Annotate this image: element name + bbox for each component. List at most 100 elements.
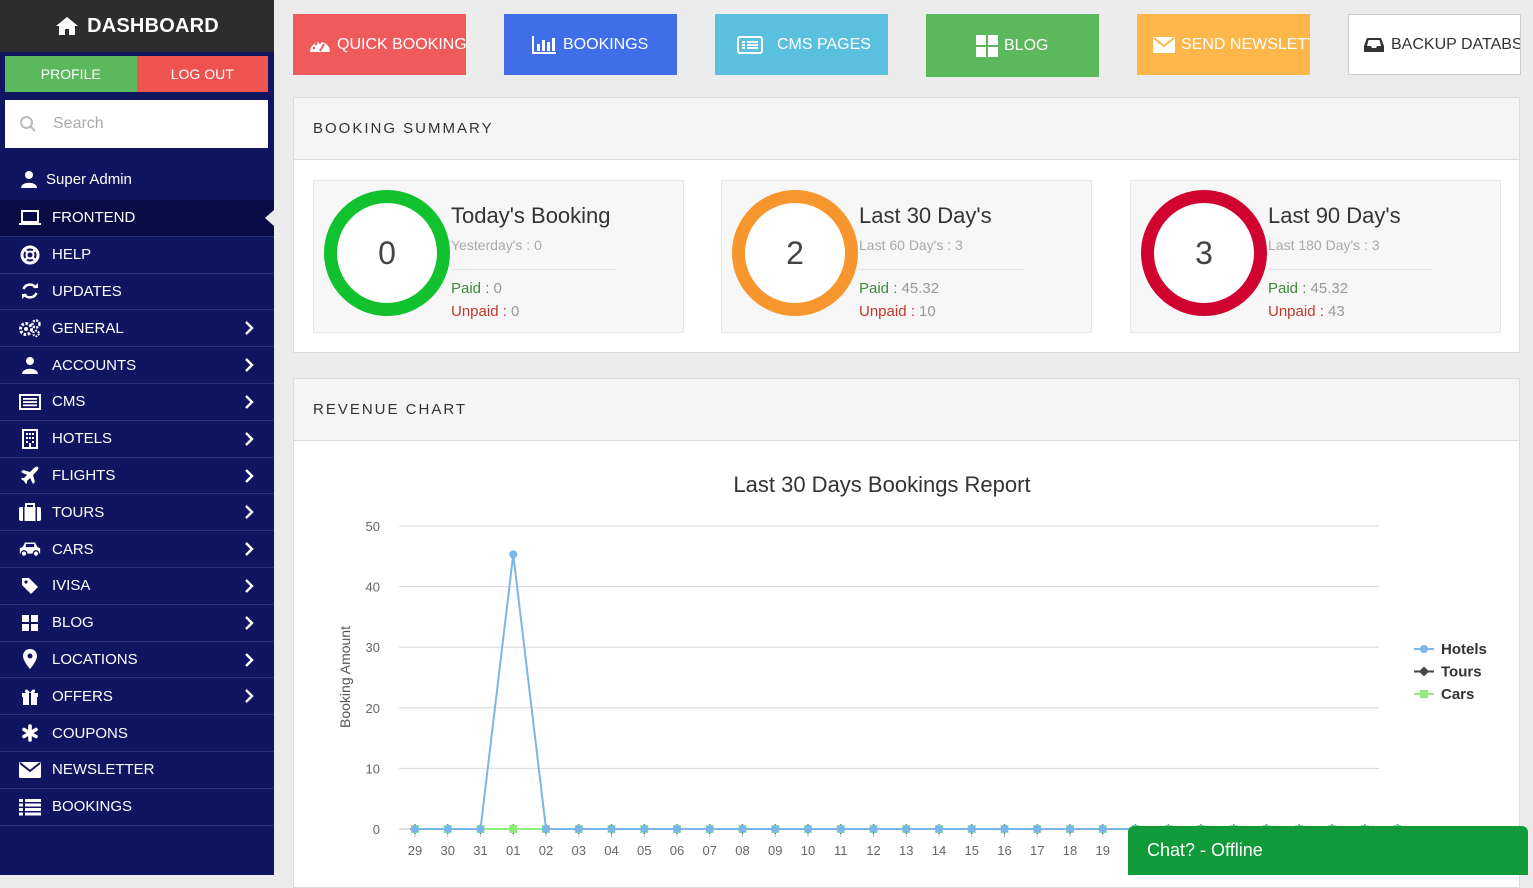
data-point (705, 825, 714, 833)
grid-icon (976, 34, 998, 57)
x-tick-label: 09 (768, 843, 782, 858)
data-point (411, 825, 419, 833)
suitcase-icon (18, 502, 42, 522)
card-title: Today's Booking (451, 203, 611, 228)
unpaid-value: 0 (511, 303, 520, 320)
gears-icon (18, 318, 42, 338)
data-point (673, 825, 681, 833)
revenue-chart-panel: REVENUE CHART Last 30 Days Bookings Repo… (293, 378, 1520, 888)
sidebar-item-general[interactable]: GENERAL (0, 310, 274, 348)
sidebar-item-flights[interactable]: FLIGHTS (0, 458, 274, 495)
x-tick-label: 14 (932, 843, 946, 858)
search-input[interactable] (53, 115, 243, 133)
bookings-label: BOOKINGS (563, 35, 649, 53)
sidebar-item-accounts[interactable]: ACCOUNTS (0, 347, 274, 384)
blog-button[interactable]: BLOG (926, 14, 1099, 77)
unpaid-row: Unpaid : 0 (451, 303, 519, 320)
data-point (1066, 825, 1074, 833)
sidebar-item-updates[interactable]: UPDATES (0, 274, 274, 311)
booking-summary-heading: BOOKING SUMMARY (294, 98, 1519, 160)
sidebar-menu: FRONTEND HELP UPDATES GENERAL ACCOUNTS CMS HOT… (0, 200, 274, 826)
sidebar-item-coupons[interactable]: COUPONS (0, 715, 274, 752)
data-point (738, 825, 747, 833)
unpaid-row: Unpaid : 43 (1268, 303, 1345, 320)
map-marker-icon (18, 649, 42, 670)
active-indicator (265, 210, 274, 226)
x-tick-label: 29 (408, 843, 422, 858)
sidebar-item-hotels[interactable]: HOTELS (0, 421, 274, 458)
unpaid-label: Unpaid : (451, 303, 507, 320)
sidebar-item-cms[interactable]: CMS (0, 384, 274, 421)
summary-card: 0 Today's Booking Yesterday's : 0 Paid : 0U… (313, 180, 684, 333)
x-tick-label: 08 (735, 843, 749, 858)
chevron-right-icon (244, 615, 254, 634)
building-icon (18, 428, 42, 449)
user-icon (21, 171, 37, 188)
backup-database-button[interactable]: BACKUP DATABSE (1348, 14, 1521, 75)
bar-chart-icon (532, 35, 556, 54)
summary-card: 2 Last 30 Day's Last 60 Day's : 3 Paid : 45… (721, 180, 1092, 333)
envelope-icon (18, 760, 42, 780)
sidebar-item-offers[interactable]: OFFERS (0, 678, 274, 716)
data-point (935, 825, 943, 833)
legend-label: Tours (1441, 664, 1482, 681)
bookings-button[interactable]: BOOKINGS (504, 14, 677, 75)
sidebar-item-blog[interactable]: BLOG (0, 605, 274, 642)
chat-widget[interactable]: Chat? - Offline (1128, 826, 1528, 875)
sidebar-item-frontend[interactable]: FRONTEND (0, 200, 274, 237)
data-point (1000, 825, 1009, 833)
data-point (607, 825, 616, 833)
profile-button[interactable]: PROFILE (5, 56, 137, 92)
data-point (771, 825, 780, 833)
count-ring: 2 (732, 190, 858, 316)
sidebar-item-label: NEWSLETTER (52, 761, 155, 779)
x-tick-label: 18 (1063, 843, 1077, 858)
sidebar-item-cars[interactable]: CARS (0, 531, 274, 568)
logout-button[interactable]: LOG OUT (136, 56, 268, 92)
quick-booking-button[interactable]: QUICK BOOKING (293, 14, 466, 75)
count-ring: 3 (1141, 190, 1267, 316)
list-icon (18, 797, 42, 817)
data-point (509, 550, 518, 559)
x-tick-label: 04 (604, 843, 618, 858)
chevron-right-icon (244, 579, 254, 597)
card-title: Last 30 Day's (859, 203, 992, 228)
y-tick-label: 0 (373, 822, 380, 837)
card-subtitle: Last 180 Day's : 3 (1268, 237, 1380, 253)
user-info: Super Admin (20, 164, 132, 194)
paid-value: 45.32 (1310, 280, 1349, 297)
sidebar-item-locations[interactable]: LOCATIONS (0, 642, 274, 679)
sidebar-item-help[interactable]: HELP (0, 237, 274, 274)
x-tick-label: 07 (703, 843, 717, 858)
user-icon (18, 355, 42, 375)
card-title: Last 90 Day's (1268, 203, 1401, 228)
sidebar-item-bookings[interactable]: BOOKINGS (0, 789, 274, 826)
y-tick-label: 10 (366, 761, 380, 776)
dashboard-brand[interactable]: DASHBOARD (0, 0, 274, 52)
sidebar-item-newsletter[interactable]: NEWSLETTER (0, 752, 274, 789)
x-tick-label: 19 (1096, 843, 1110, 858)
tag-icon (18, 576, 42, 596)
data-point (1098, 825, 1107, 833)
sidebar: DASHBOARD PROFILE LOG OUT Super Admin FR… (0, 0, 274, 875)
chevron-right-icon (244, 542, 254, 560)
booking-count: 2 (786, 234, 804, 271)
card-divider (1268, 269, 1433, 270)
sidebar-item-ivisa[interactable]: IVISA (0, 568, 274, 605)
sidebar-item-label: BOOKINGS (52, 798, 133, 816)
x-tick-label: 30 (441, 843, 455, 858)
lifebuoy-icon (18, 245, 42, 265)
quick-booking-label: QUICK BOOKING (337, 35, 466, 53)
send-newsletter-button[interactable]: SEND NEWSLETTER (1137, 14, 1310, 75)
data-point (804, 825, 812, 833)
chevron-right-icon (244, 358, 254, 376)
paid-label: Paid : (451, 280, 490, 297)
legend-label: Cars (1441, 686, 1474, 703)
paid-row: Paid : 0 (451, 280, 502, 297)
sidebar-item-label: TOURS (52, 503, 105, 521)
sidebar-item-tours[interactable]: TOURS (0, 494, 274, 532)
unpaid-value: 10 (919, 303, 936, 320)
unpaid-row: Unpaid : 10 (859, 303, 936, 320)
cms-pages-button[interactable]: CMS PAGES (715, 14, 888, 75)
brand-label: DASHBOARD (87, 14, 219, 37)
